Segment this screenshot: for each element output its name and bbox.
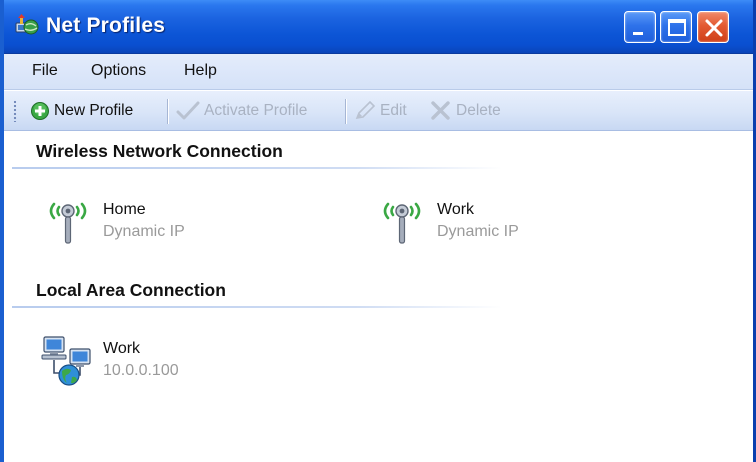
profile-detail: Dynamic IP (437, 223, 519, 240)
edit-label: Edit (380, 102, 407, 119)
new-profile-label: New Profile (54, 102, 134, 119)
pencil-icon (355, 101, 376, 120)
menu-file[interactable]: File (32, 62, 58, 80)
menu-bar: File Options Help (4, 54, 753, 90)
wireless-antenna-icon (378, 198, 430, 251)
window-title: Net Profiles (46, 14, 166, 37)
menu-help[interactable]: Help (184, 62, 217, 80)
group-divider (12, 306, 502, 308)
checkmark-icon (176, 101, 200, 120)
delete-x-icon (431, 101, 450, 120)
network-computers-icon (40, 333, 96, 392)
close-button[interactable] (697, 11, 729, 43)
add-icon (31, 102, 49, 120)
activate-profile-button[interactable]: Activate Profile (176, 100, 307, 122)
title-bar[interactable]: Net Profiles (4, 0, 753, 54)
toolbar-separator (167, 99, 168, 124)
maximize-button[interactable] (660, 11, 692, 43)
new-profile-button[interactable]: New Profile (30, 100, 133, 122)
toolbar: New Profile Activate Profile Edit Delete (4, 91, 753, 131)
profile-detail: Dynamic IP (103, 223, 185, 240)
delete-button[interactable]: Delete (430, 100, 501, 122)
profile-name: Home (103, 201, 146, 218)
profile-list: Wireless Network Connection Home Dynamic… (4, 132, 753, 462)
delete-label: Delete (456, 102, 501, 119)
toolbar-grip[interactable] (13, 100, 17, 122)
app-icon (14, 14, 40, 38)
minimize-button[interactable] (624, 11, 656, 43)
group-divider (12, 167, 502, 169)
wireless-antenna-icon (44, 198, 96, 251)
group-header-wireless: Wireless Network Connection (36, 141, 283, 161)
profile-name: Work (103, 340, 141, 357)
app-window: Net Profiles File Options Help New Profi… (0, 0, 756, 462)
maximize-icon (668, 19, 686, 36)
minimize-icon (633, 32, 643, 35)
profile-detail: 10.0.0.100 (103, 362, 179, 379)
close-icon (705, 19, 723, 37)
menu-options[interactable]: Options (91, 62, 146, 80)
edit-button[interactable]: Edit (354, 100, 407, 122)
activate-profile-label: Activate Profile (204, 102, 308, 119)
profile-name: Work (437, 201, 475, 218)
group-header-local-area: Local Area Connection (36, 280, 226, 300)
toolbar-separator (345, 99, 346, 124)
